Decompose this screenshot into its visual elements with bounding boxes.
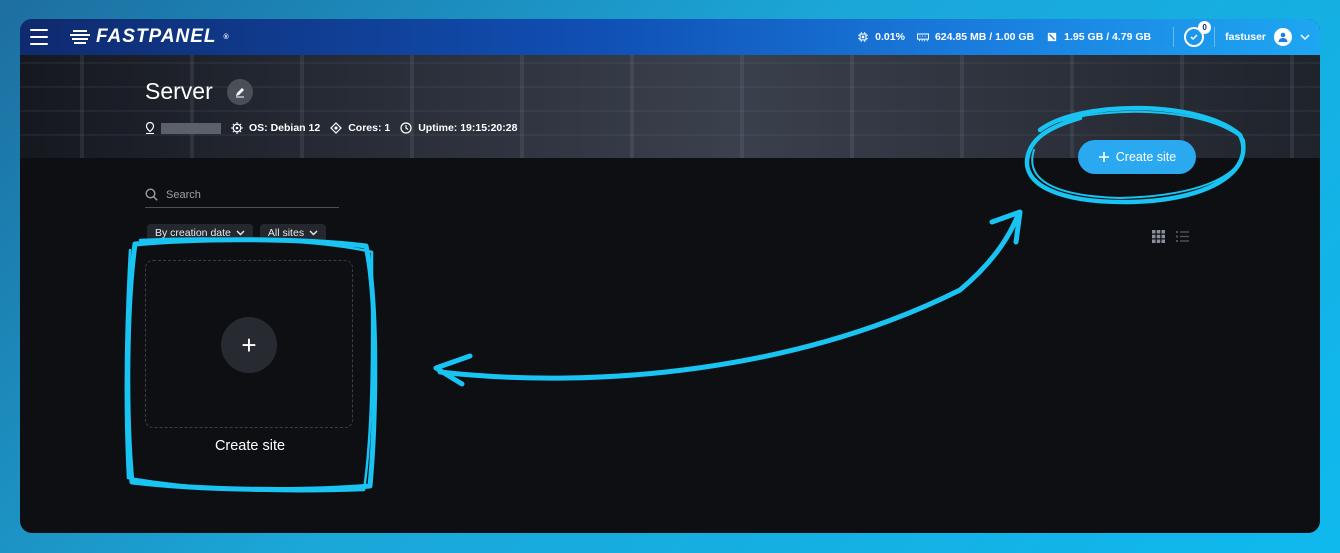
filter-dropdown[interactable]: All sites bbox=[259, 224, 327, 242]
edit-button[interactable] bbox=[226, 78, 253, 105]
logo-text: FASTPANEL bbox=[96, 26, 217, 47]
menu-icon[interactable] bbox=[20, 19, 56, 55]
check-icon bbox=[1190, 34, 1198, 41]
server-os: OS: Debian 12 bbox=[231, 122, 320, 134]
list-view-icon[interactable] bbox=[1176, 230, 1189, 243]
page-title: Server bbox=[145, 78, 213, 104]
notifications-badge: 0 bbox=[1198, 21, 1212, 34]
disk-icon bbox=[1048, 32, 1057, 42]
divider bbox=[1214, 27, 1216, 47]
plus-icon: + bbox=[221, 317, 277, 373]
plus-icon bbox=[1098, 152, 1109, 162]
username: fastuser bbox=[1225, 31, 1266, 43]
clock-icon bbox=[400, 122, 412, 134]
user-icon bbox=[1278, 32, 1288, 42]
user-menu[interactable]: fastuser bbox=[1225, 28, 1310, 46]
logo-icon bbox=[70, 30, 90, 44]
pencil-icon bbox=[235, 87, 244, 97]
divider bbox=[1173, 27, 1175, 47]
notifications-icon[interactable]: 0 bbox=[1184, 21, 1212, 47]
chevron-down-icon bbox=[236, 230, 245, 236]
ram-value: 624.85 MB / 1.00 GB bbox=[934, 31, 1035, 43]
create-site-card[interactable]: + Create site bbox=[128, 244, 372, 486]
create-site-button[interactable]: Create site bbox=[1078, 140, 1196, 174]
search-input[interactable] bbox=[166, 188, 326, 201]
logo[interactable]: FASTPANEL ® bbox=[70, 26, 230, 48]
chevron-down-icon bbox=[309, 230, 318, 236]
ip-masked bbox=[161, 122, 221, 134]
ram-usage: 624.85 MB / 1.00 GB bbox=[916, 31, 1035, 43]
server-cores: Cores: 1 bbox=[330, 122, 390, 134]
gear-icon bbox=[231, 122, 243, 134]
disk-value: 1.95 GB / 4.79 GB bbox=[1064, 31, 1152, 43]
cpu-value: 0.01% bbox=[875, 31, 905, 43]
top-bar: FASTPANEL ® 0.01% 624.85 MB / 1.00 GB 1.9… bbox=[20, 19, 1320, 55]
cpu-usage: 0.01% bbox=[857, 31, 905, 43]
logo-registered: ® bbox=[223, 33, 230, 41]
disk-usage: 1.95 GB / 4.79 GB bbox=[1046, 31, 1151, 43]
search-icon bbox=[145, 188, 158, 201]
location-icon bbox=[145, 122, 155, 134]
server-ip bbox=[145, 122, 221, 134]
server-uptime: Uptime: 19:15:20:28 bbox=[400, 122, 517, 134]
diamond-icon bbox=[330, 122, 343, 134]
avatar bbox=[1274, 28, 1292, 46]
create-site-card-label: Create site bbox=[214, 438, 286, 454]
sort-dropdown[interactable]: By creation date bbox=[147, 224, 253, 242]
grid-view-icon[interactable] bbox=[1152, 230, 1165, 243]
app-window: FASTPANEL ® 0.01% 624.85 MB / 1.00 GB 1.9… bbox=[20, 19, 1320, 533]
cpu-icon bbox=[858, 32, 869, 42]
chevron-down-icon bbox=[1300, 34, 1310, 41]
ram-icon bbox=[916, 33, 929, 42]
search-box[interactable] bbox=[145, 182, 339, 208]
